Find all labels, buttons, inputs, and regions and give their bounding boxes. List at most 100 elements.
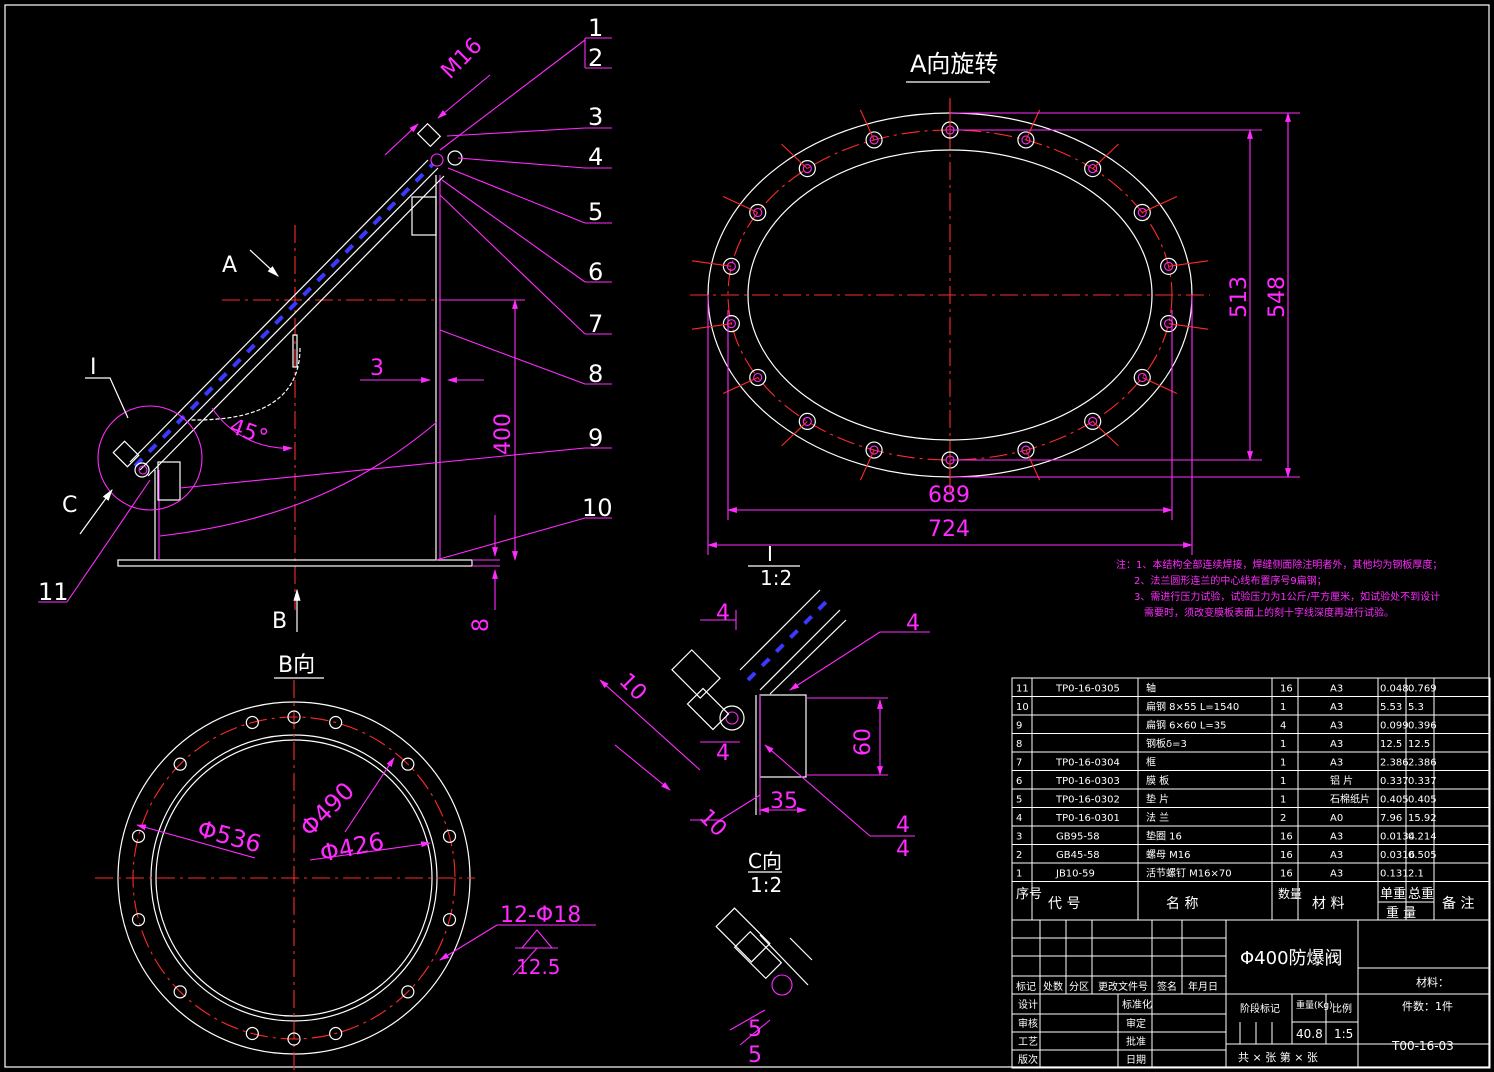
- b-view-bolt-hole: [131, 829, 146, 843]
- value-scale: 1:5: [1334, 1027, 1353, 1041]
- b-view-flange: [95, 677, 596, 1070]
- balloon-4: 4: [588, 143, 603, 171]
- bom-cell: 7: [1016, 758, 1022, 769]
- dim-base: 8: [469, 618, 494, 632]
- label-scale: 比例: [1332, 1002, 1352, 1015]
- bom-header-no: 序号: [1016, 887, 1042, 902]
- bom-cell: 轴: [1146, 682, 1156, 695]
- a-view-bolt-axis: [1142, 196, 1178, 213]
- bom-cell: JB10-59: [1055, 869, 1095, 880]
- bom-cell: 法 兰: [1146, 811, 1169, 824]
- main-side-view: [38, 37, 612, 632]
- detail-i-callout-circle: [97, 405, 203, 511]
- bom-cell: 4: [1016, 813, 1022, 824]
- bom-cell: 0.099: [1380, 721, 1409, 732]
- bom-cell: 2: [1016, 850, 1022, 861]
- bom-cell: 16: [1280, 850, 1293, 861]
- bom-cell: 12.5: [1408, 739, 1430, 750]
- drawing-number: T00-16-03: [1391, 1039, 1454, 1053]
- bom-cell: 0.337: [1408, 776, 1437, 787]
- bom-cell: A3: [1330, 702, 1343, 713]
- bom-cell: A3: [1330, 758, 1343, 769]
- bom-cell: A3: [1330, 850, 1343, 861]
- balloon-10: 10: [582, 494, 613, 522]
- label-date: 日期: [1126, 1054, 1146, 1066]
- bom-cell: 4: [1280, 721, 1286, 732]
- dim-angle: 45°: [226, 414, 271, 451]
- label-standard: 标准化: [1122, 998, 1152, 1011]
- dim-b-d426: Φ426: [317, 827, 386, 868]
- balloon-9: 9: [588, 424, 603, 452]
- bom-cell: TP0-16-0302: [1055, 795, 1120, 806]
- bom-cell: 框: [1146, 756, 1156, 769]
- dim-i-35: 35: [770, 789, 798, 814]
- dim-height: 400: [491, 413, 516, 455]
- bom-cell: TP0-16-0303: [1055, 776, 1120, 787]
- bom-cell: 6: [1016, 776, 1022, 787]
- dim-b-holes: 12-Φ18: [500, 903, 581, 928]
- dim-i-4b: 4: [716, 741, 730, 766]
- a-view-bolt-axis: [781, 143, 808, 170]
- b-view-bolt-hole: [131, 913, 146, 927]
- rev-label-doc: 更改文件号: [1098, 980, 1148, 993]
- title-block-title: Φ400防爆阀: [1240, 948, 1343, 969]
- bom-cell: 0.505: [1408, 850, 1437, 861]
- sheet-count: 共 × 张 第 × 张: [1238, 1050, 1318, 1064]
- bom-header-unit-weight: 单重: [1380, 886, 1406, 902]
- bom-cell: 16: [1280, 869, 1293, 880]
- bom-cell: 1: [1280, 776, 1286, 787]
- a-view-bolt-axis: [781, 420, 808, 447]
- bom-cell: GB45-58: [1056, 850, 1100, 861]
- bom-cell: 15.92: [1408, 813, 1437, 824]
- bom-cell: 5: [1016, 795, 1022, 806]
- label-stage: 阶段标记: [1240, 1002, 1280, 1015]
- bom-cell: 0.214: [1408, 832, 1437, 843]
- bom-header-name: 名 称: [1166, 896, 1198, 912]
- balloon-3: 3: [588, 103, 603, 131]
- dim-a-height-inner: 513: [1227, 276, 1252, 318]
- bom-cell: 0.048: [1380, 684, 1409, 695]
- dim-thickness: 3: [370, 356, 384, 381]
- rev-label-sign: 签名: [1157, 980, 1177, 993]
- bom-cell: 11: [1016, 684, 1029, 695]
- dim-c-5b: 5: [748, 1043, 762, 1068]
- bom-cell: 7.96: [1380, 813, 1402, 824]
- bom-cell: 1: [1016, 869, 1022, 880]
- bom-cell: 0.337: [1380, 776, 1409, 787]
- dim-i-10b: 10: [694, 805, 731, 842]
- dim-i-4d: 4: [896, 813, 910, 838]
- bom-header-weight: 重 量: [1386, 905, 1416, 921]
- bom-cell: GB95-58: [1056, 832, 1100, 843]
- b-view-title: B向: [278, 653, 315, 678]
- detail-c-view: [715, 871, 813, 1046]
- label-review: 审定: [1126, 1017, 1146, 1030]
- label-weight: 重量(Kg): [1296, 999, 1333, 1011]
- bom-cell: 螺母 M16: [1146, 849, 1191, 861]
- bom-cell: 0.405: [1380, 795, 1409, 806]
- title-block-count: 件数：1件: [1402, 1000, 1453, 1013]
- dim-a-width-inner: 689: [928, 483, 970, 508]
- value-weight: 40.8: [1296, 1027, 1323, 1041]
- label-process: 工艺: [1018, 1036, 1038, 1048]
- bom-header-qty: 数量: [1278, 886, 1302, 901]
- rev-label-mark: 标记: [1016, 981, 1036, 993]
- bom-cell: TP0-16-0304: [1055, 758, 1120, 769]
- balloon-6: 6: [588, 258, 603, 286]
- rev-label-date: 年月日: [1188, 980, 1218, 993]
- bom-cell: 0.396: [1408, 721, 1437, 732]
- dim-i-4c: 4: [906, 611, 920, 636]
- bom-cell: 扁钢 6×60 L=35: [1146, 719, 1227, 732]
- dim-a-height-outer: 548: [1265, 276, 1290, 318]
- bom-cell: 16: [1280, 832, 1293, 843]
- bom-cell: A0: [1330, 813, 1343, 824]
- bom-cell: 1: [1280, 739, 1286, 750]
- label-edition: 版次: [1018, 1053, 1038, 1066]
- a-view-title: A向旋转: [910, 50, 998, 78]
- title-block: Φ400防爆阀 材料： 件数：1件 标记 处数 分区 更改文件号 签名 年月日 …: [1011, 919, 1491, 1069]
- balloon-5: 5: [588, 198, 603, 226]
- balloon-8: 8: [588, 360, 603, 388]
- a-view-bolt-axis: [1092, 420, 1119, 447]
- bom-header-remark: 备 注: [1442, 895, 1474, 912]
- note-1: 注：1、本结构全部连续焊接，焊缝侧面除注明者外，其他均为钢板厚度；: [1116, 558, 1442, 571]
- label-check: 审核: [1018, 1017, 1038, 1030]
